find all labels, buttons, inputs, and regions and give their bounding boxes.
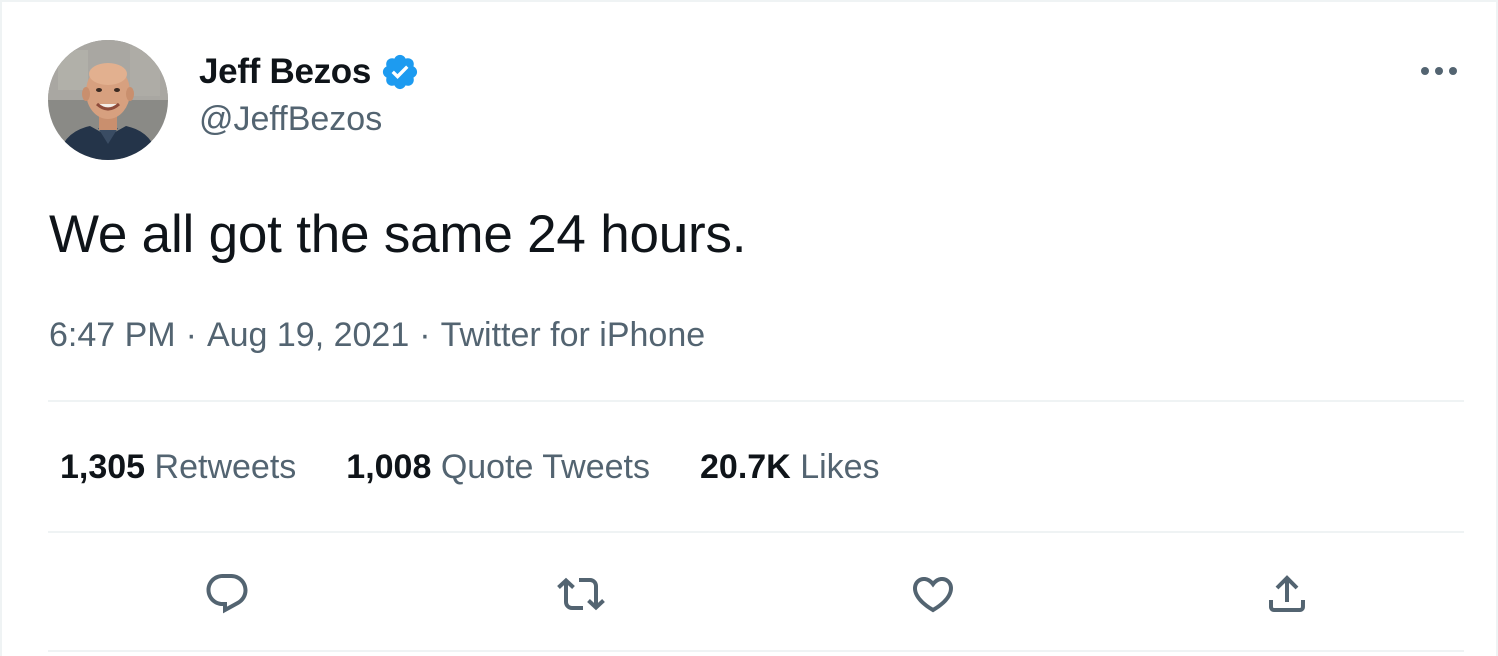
tweet-date[interactable]: Aug 19, 2021 (207, 316, 409, 354)
verified-badge-icon (382, 54, 418, 90)
more-icon (1421, 67, 1457, 75)
tweet-text: We all got the same 24 hours. (49, 205, 747, 264)
tweet-meta: 6:47 PM · Aug 19, 2021 · Twitter for iPhone (49, 313, 705, 357)
retweets-count: 1,305 (60, 448, 146, 486)
retweets-label: Retweets (154, 448, 297, 486)
quote-tweets-label: Quote Tweets (440, 448, 650, 486)
author-name-row: Jeff Bezos (199, 48, 420, 96)
reply-button[interactable] (200, 567, 254, 621)
like-button[interactable] (906, 567, 960, 621)
likes-count: 20.7K (700, 448, 791, 486)
tweet-card: Jeff Bezos @JeffBezos We all got the sam… (0, 0, 1498, 656)
avatar[interactable] (48, 40, 168, 160)
likes-label: Likes (800, 448, 880, 486)
divider (48, 650, 1464, 652)
stat-retweets[interactable]: 1,305 Retweets (60, 445, 296, 489)
tweet-time[interactable]: 6:47 PM (49, 316, 176, 354)
divider (48, 531, 1464, 533)
quote-tweets-count: 1,008 (346, 448, 432, 486)
retweet-icon (557, 577, 605, 611)
stat-likes[interactable]: 20.7K Likes (700, 445, 880, 489)
share-button[interactable] (1260, 567, 1314, 621)
more-options-button[interactable] (1414, 54, 1464, 88)
display-name[interactable]: Jeff Bezos (199, 52, 371, 92)
reply-icon (206, 574, 248, 614)
retweet-button[interactable] (554, 567, 608, 621)
share-icon (1269, 575, 1305, 612)
avatar-photo (48, 40, 168, 160)
meta-separator: · (185, 316, 197, 354)
meta-separator: · (419, 316, 431, 354)
tweet-stats: 1,305 Retweets 1,008 Quote Tweets 20.7K … (60, 445, 930, 489)
divider (48, 400, 1464, 402)
heart-icon (912, 577, 954, 613)
author-handle[interactable]: @JeffBezos (199, 100, 382, 139)
stat-quote-tweets[interactable]: 1,008 Quote Tweets (346, 445, 650, 489)
tweet-source[interactable]: Twitter for iPhone (441, 316, 706, 354)
